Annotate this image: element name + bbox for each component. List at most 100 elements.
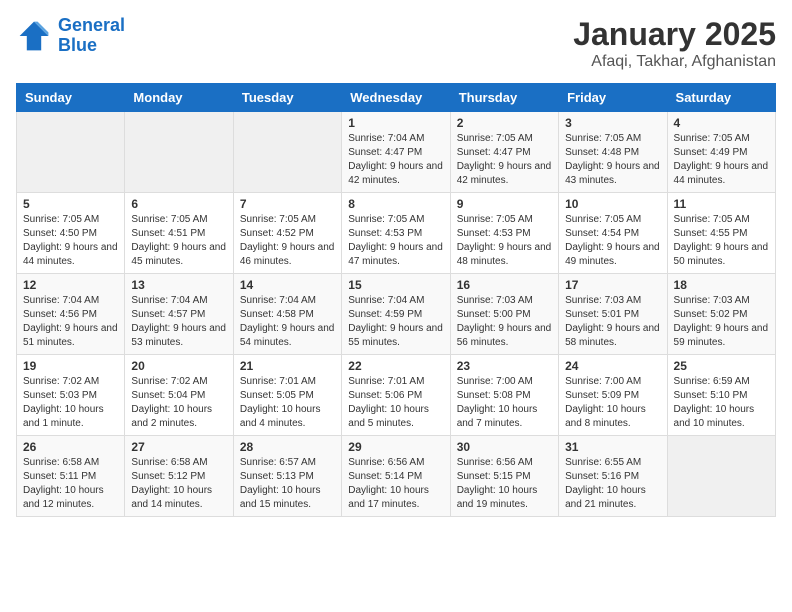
day-info: Sunrise: 7:01 AM Sunset: 5:05 PM Dayligh… <box>240 375 335 431</box>
calendar-day-22: 22 Sunrise: 7:01 AM Sunset: 5:06 PM Dayli… <box>342 355 450 436</box>
calendar-day-13: 13 Sunrise: 7:04 AM Sunset: 4:57 PM Dayli… <box>125 274 233 355</box>
calendar-day-20: 20Sunrise: 7:02 AM Sunset: 5:04 PM Dayli… <box>125 355 233 436</box>
logo-icon <box>16 18 52 54</box>
day-number: 9 <box>457 197 552 211</box>
day-info: Sunrise: 7:03 AM Sunset: 5:02 PM Dayligh… <box>674 294 769 350</box>
day-info: Sunrise: 7:05 AM Sunset: 4:50 PM Dayligh… <box>23 213 118 269</box>
day-info: Sunrise: 7:05 AM Sunset: 4:48 PM Dayligh… <box>565 132 660 188</box>
calendar-day-31: 31 Sunrise: 6:55 AM Sunset: 5:16 PM Dayli… <box>559 436 667 517</box>
weekday-header-saturday: Saturday <box>667 84 775 112</box>
weekday-header-tuesday: Tuesday <box>233 84 341 112</box>
day-info: Sunrise: 6:59 AM Sunset: 5:10 PM Dayligh… <box>674 375 769 431</box>
day-info: Sunrise: 7:05 AM Sunset: 4:53 PM Dayligh… <box>457 213 552 269</box>
logo: General Blue <box>16 16 125 56</box>
day-number: 30 <box>457 440 552 454</box>
day-number: 27 <box>131 440 226 454</box>
calendar-day-14: 14Sunrise: 7:04 AM Sunset: 4:58 PM Dayli… <box>233 274 341 355</box>
calendar-day-24: 24 Sunrise: 7:00 AM Sunset: 5:09 PM Dayli… <box>559 355 667 436</box>
day-info: Sunrise: 6:58 AM Sunset: 5:11 PM Dayligh… <box>23 456 118 512</box>
day-number: 10 <box>565 197 660 211</box>
day-number: 24 <box>565 359 660 373</box>
calendar-day-18: 18 Sunrise: 7:03 AM Sunset: 5:02 PM Dayli… <box>667 274 775 355</box>
calendar-day-10: 10 Sunrise: 7:05 AM Sunset: 4:54 PM Dayli… <box>559 193 667 274</box>
calendar-day-6: 6 Sunrise: 7:05 AM Sunset: 4:51 PM Daylig… <box>125 193 233 274</box>
calendar-day-19: 19 Sunrise: 7:02 AM Sunset: 5:03 PM Dayli… <box>17 355 125 436</box>
day-number: 18 <box>674 278 769 292</box>
calendar-table: SundayMondayTuesdayWednesdayThursdayFrid… <box>16 83 776 517</box>
day-info: Sunrise: 7:05 AM Sunset: 4:54 PM Dayligh… <box>565 213 660 269</box>
day-number: 26 <box>23 440 118 454</box>
day-info: Sunrise: 7:01 AM Sunset: 5:06 PM Dayligh… <box>348 375 443 431</box>
calendar-day-5: 5Sunrise: 7:05 AM Sunset: 4:50 PM Daylig… <box>17 193 125 274</box>
day-number: 13 <box>131 278 226 292</box>
day-number: 11 <box>674 197 769 211</box>
day-number: 16 <box>457 278 552 292</box>
day-number: 8 <box>348 197 443 211</box>
calendar-week-row: 19 Sunrise: 7:02 AM Sunset: 5:03 PM Dayli… <box>17 355 776 436</box>
calendar-title: January 2025 <box>573 16 776 53</box>
calendar-day-2: 2 Sunrise: 7:05 AM Sunset: 4:47 PM Daylig… <box>450 112 558 193</box>
calendar-day-26: 26 Sunrise: 6:58 AM Sunset: 5:11 PM Dayli… <box>17 436 125 517</box>
logo-blue: Blue <box>58 35 97 55</box>
logo-general: General <box>58 15 125 35</box>
calendar-day-16: 16 Sunrise: 7:03 AM Sunset: 5:00 PM Dayli… <box>450 274 558 355</box>
day-info: Sunrise: 6:58 AM Sunset: 5:12 PM Dayligh… <box>131 456 226 512</box>
day-number: 6 <box>131 197 226 211</box>
day-info: Sunrise: 7:04 AM Sunset: 4:56 PM Dayligh… <box>23 294 118 350</box>
calendar-day-11: 11 Sunrise: 7:05 AM Sunset: 4:55 PM Dayli… <box>667 193 775 274</box>
day-info: Sunrise: 7:04 AM Sunset: 4:57 PM Dayligh… <box>131 294 226 350</box>
day-number: 28 <box>240 440 335 454</box>
day-number: 14 <box>240 278 335 292</box>
calendar-day-25: 25 Sunrise: 6:59 AM Sunset: 5:10 PM Dayli… <box>667 355 775 436</box>
day-number: 31 <box>565 440 660 454</box>
calendar-week-row: 5Sunrise: 7:05 AM Sunset: 4:50 PM Daylig… <box>17 193 776 274</box>
day-info: Sunrise: 7:02 AM Sunset: 5:03 PM Dayligh… <box>23 375 118 431</box>
weekday-header-wednesday: Wednesday <box>342 84 450 112</box>
day-number: 29 <box>348 440 443 454</box>
day-number: 4 <box>674 116 769 130</box>
calendar-week-row: 26 Sunrise: 6:58 AM Sunset: 5:11 PM Dayli… <box>17 436 776 517</box>
weekday-header-sunday: Sunday <box>17 84 125 112</box>
calendar-day-21: 21 Sunrise: 7:01 AM Sunset: 5:05 PM Dayli… <box>233 355 341 436</box>
calendar-day-12: 12 Sunrise: 7:04 AM Sunset: 4:56 PM Dayli… <box>17 274 125 355</box>
calendar-empty-cell <box>125 112 233 193</box>
day-number: 12 <box>23 278 118 292</box>
title-block: January 2025 Afaqi, Takhar, Afghanistan <box>573 16 776 71</box>
calendar-day-8: 8Sunrise: 7:05 AM Sunset: 4:53 PM Daylig… <box>342 193 450 274</box>
day-number: 2 <box>457 116 552 130</box>
day-info: Sunrise: 6:55 AM Sunset: 5:16 PM Dayligh… <box>565 456 660 512</box>
day-number: 15 <box>348 278 443 292</box>
day-number: 1 <box>348 116 443 130</box>
day-info: Sunrise: 7:04 AM Sunset: 4:59 PM Dayligh… <box>348 294 443 350</box>
calendar-day-4: 4Sunrise: 7:05 AM Sunset: 4:49 PM Daylig… <box>667 112 775 193</box>
calendar-empty-cell <box>17 112 125 193</box>
day-info: Sunrise: 7:05 AM Sunset: 4:47 PM Dayligh… <box>457 132 552 188</box>
day-info: Sunrise: 7:05 AM Sunset: 4:55 PM Dayligh… <box>674 213 769 269</box>
calendar-week-row: 12 Sunrise: 7:04 AM Sunset: 4:56 PM Dayli… <box>17 274 776 355</box>
day-number: 25 <box>674 359 769 373</box>
day-number: 21 <box>240 359 335 373</box>
day-number: 19 <box>23 359 118 373</box>
calendar-day-15: 15 Sunrise: 7:04 AM Sunset: 4:59 PM Dayli… <box>342 274 450 355</box>
weekday-header-friday: Friday <box>559 84 667 112</box>
day-info: Sunrise: 7:05 AM Sunset: 4:51 PM Dayligh… <box>131 213 226 269</box>
day-info: Sunrise: 7:00 AM Sunset: 5:09 PM Dayligh… <box>565 375 660 431</box>
calendar-week-row: 1Sunrise: 7:04 AM Sunset: 4:47 PM Daylig… <box>17 112 776 193</box>
day-number: 7 <box>240 197 335 211</box>
day-number: 22 <box>348 359 443 373</box>
page-header: General Blue January 2025 Afaqi, Takhar,… <box>16 16 776 71</box>
weekday-header-monday: Monday <box>125 84 233 112</box>
calendar-subtitle: Afaqi, Takhar, Afghanistan <box>573 53 776 71</box>
calendar-day-7: 7Sunrise: 7:05 AM Sunset: 4:52 PM Daylig… <box>233 193 341 274</box>
calendar-day-29: 29Sunrise: 6:56 AM Sunset: 5:14 PM Dayli… <box>342 436 450 517</box>
calendar-empty-cell <box>233 112 341 193</box>
day-info: Sunrise: 7:00 AM Sunset: 5:08 PM Dayligh… <box>457 375 552 431</box>
weekday-header-thursday: Thursday <box>450 84 558 112</box>
day-info: Sunrise: 7:03 AM Sunset: 5:00 PM Dayligh… <box>457 294 552 350</box>
day-number: 23 <box>457 359 552 373</box>
calendar-day-17: 17Sunrise: 7:03 AM Sunset: 5:01 PM Dayli… <box>559 274 667 355</box>
calendar-day-27: 27 Sunrise: 6:58 AM Sunset: 5:12 PM Dayli… <box>125 436 233 517</box>
calendar-day-9: 9 Sunrise: 7:05 AM Sunset: 4:53 PM Daylig… <box>450 193 558 274</box>
calendar-day-28: 28Sunrise: 6:57 AM Sunset: 5:13 PM Dayli… <box>233 436 341 517</box>
weekday-header-row: SundayMondayTuesdayWednesdayThursdayFrid… <box>17 84 776 112</box>
